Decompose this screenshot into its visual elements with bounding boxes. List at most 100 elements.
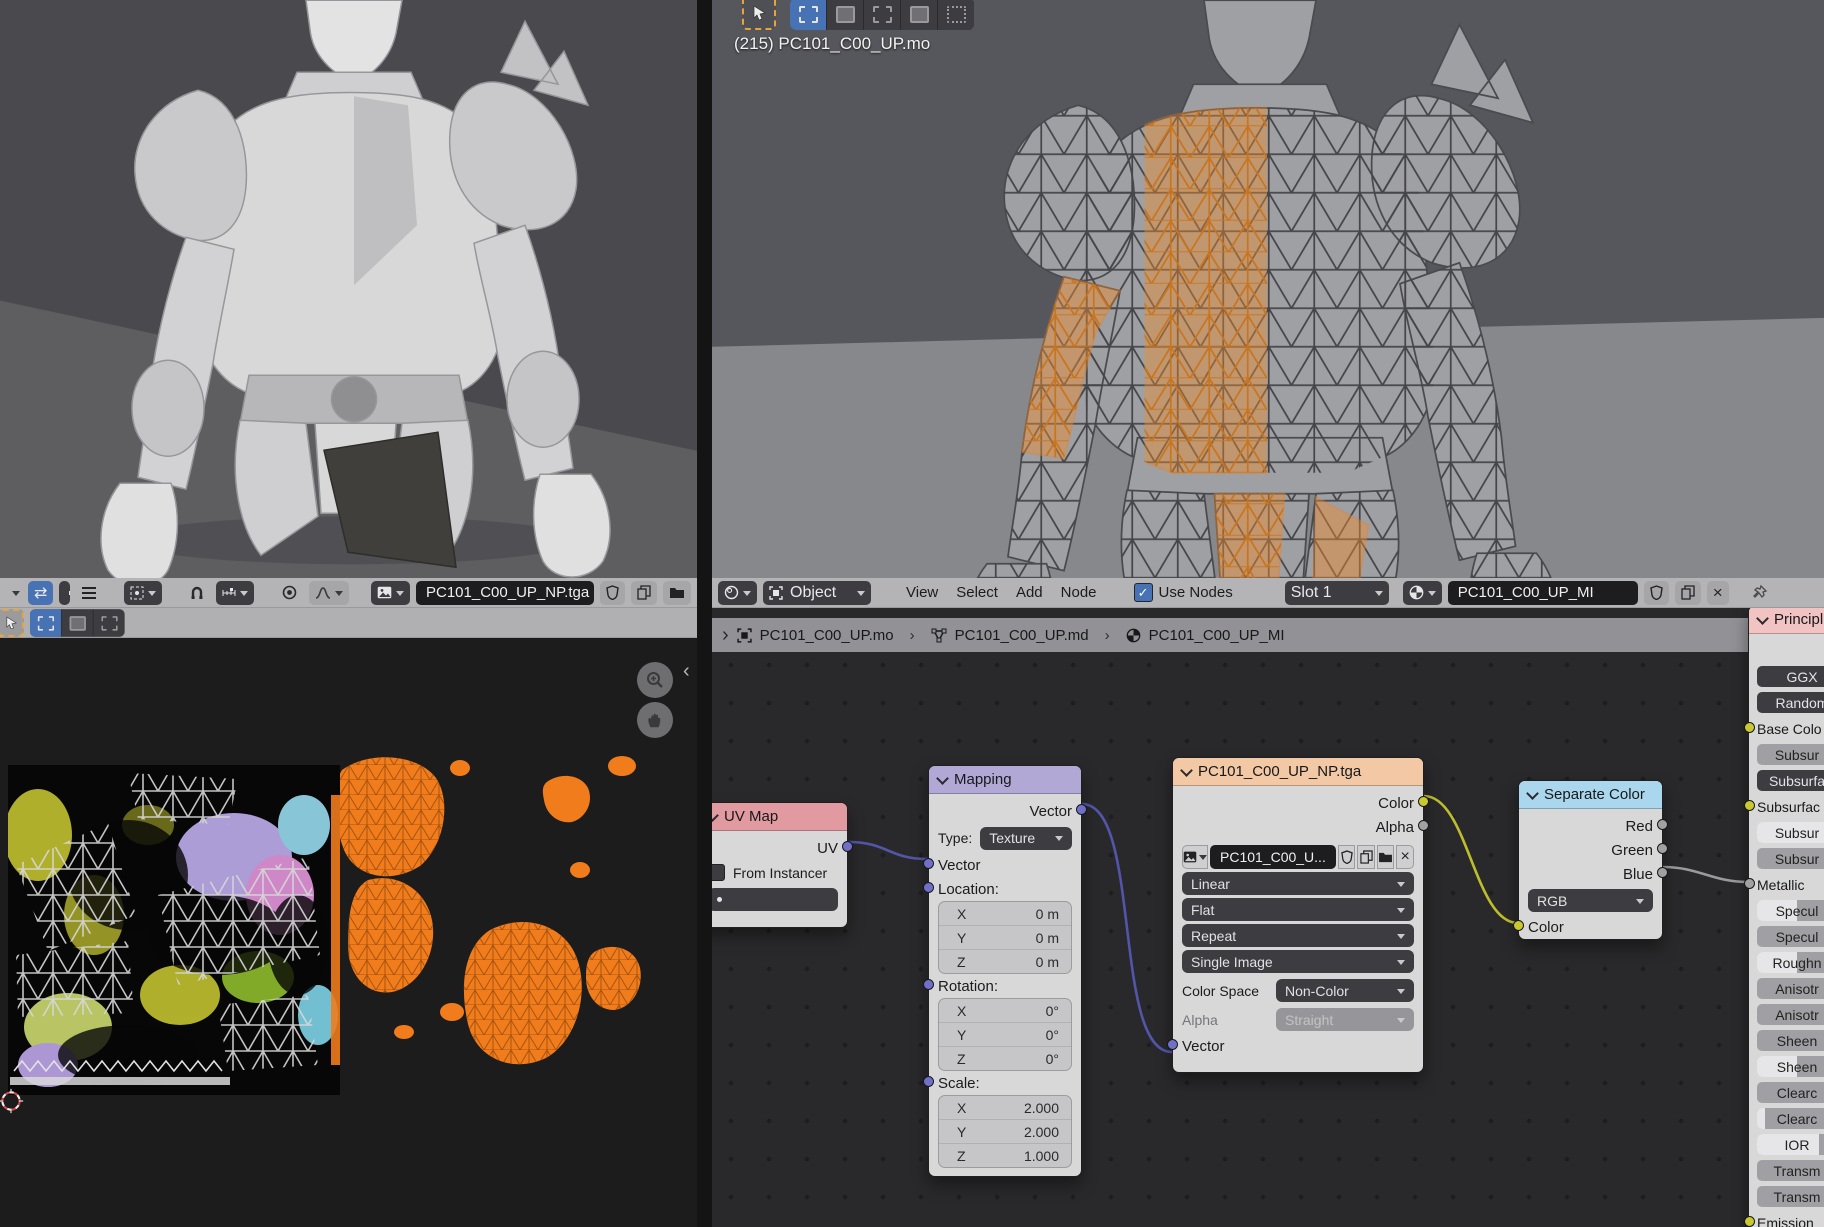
value-field[interactable]: Z1.000 — [939, 1143, 1071, 1167]
vector-input-socket[interactable] — [923, 882, 934, 893]
node-mapping[interactable]: Mapping Vector Type: Texture — [928, 765, 1082, 1177]
principled-row-random-1[interactable]: Random — [1757, 692, 1824, 713]
snap-target-dropdown[interactable] — [216, 581, 254, 605]
menu-select[interactable]: Select — [947, 584, 1007, 601]
header-menu-button[interactable] — [76, 581, 102, 605]
shader-type-dropdown[interactable]: Object — [763, 581, 871, 605]
vector-output-socket[interactable] — [1076, 804, 1087, 815]
value-field[interactable]: X2.000 — [939, 1096, 1071, 1119]
input-socket[interactable] — [1744, 722, 1755, 733]
input-socket[interactable] — [1744, 800, 1755, 811]
alpha-output-socket[interactable] — [1418, 820, 1429, 831]
node-canvas[interactable]: › PC101_C00_UP.mo › PC101_C00_UP.md › — [712, 608, 1824, 1227]
principled-row-subsurfa-4[interactable]: Subsurfa — [1757, 770, 1824, 791]
zoom-gizmo-button[interactable] — [637, 662, 673, 698]
color-space-dropdown[interactable]: Non-Color — [1276, 979, 1414, 1002]
principled-row-subsur-7[interactable]: Subsur — [1757, 848, 1824, 869]
edit-viewport[interactable]: (215) PC101_C00_UP.mo ‹ › — [712, 0, 1824, 578]
new-material-button[interactable] — [1675, 581, 1701, 605]
color-input-socket[interactable] — [1513, 920, 1524, 931]
editor-divider[interactable] — [697, 0, 712, 1227]
image-browse-dropdown[interactable] — [1182, 845, 1208, 869]
value-field[interactable]: Y0 m — [939, 925, 1071, 949]
value-field[interactable]: Y0° — [939, 1022, 1071, 1046]
collapse-icon[interactable] — [1180, 764, 1193, 777]
principled-row-roughn-11[interactable]: Roughn — [1757, 952, 1824, 973]
image-name-field[interactable]: PC101_C00_U... — [1210, 845, 1336, 869]
node-header[interactable]: PC101_C00_UP_NP.tga — [1173, 758, 1423, 786]
open-image-button[interactable] — [663, 581, 691, 605]
from-instancer-checkbox[interactable] — [712, 864, 725, 881]
value-field[interactable]: Y2.000 — [939, 1119, 1071, 1143]
principled-row-metallic-8[interactable]: Metallic — [1757, 874, 1824, 895]
green-output-socket[interactable] — [1657, 843, 1668, 854]
principled-row-anisotr-12[interactable]: Anisotr — [1757, 978, 1824, 999]
source-dropdown[interactable]: Single Image — [1182, 950, 1414, 973]
vector-input-socket[interactable] — [1167, 1039, 1178, 1050]
select-mode-intersect-button[interactable] — [938, 0, 974, 30]
collapse-icon[interactable] — [936, 772, 949, 785]
principled-row-emission-21[interactable]: Emission — [1757, 1212, 1824, 1227]
mapping-type-dropdown[interactable]: Texture — [980, 827, 1072, 850]
principled-row-transm-19[interactable]: Transm — [1757, 1160, 1824, 1181]
new-image-button[interactable] — [1357, 845, 1375, 869]
node-separate-color[interactable]: Separate Color Red Green Blue R — [1518, 780, 1663, 940]
red-output-socket[interactable] — [1657, 819, 1668, 830]
color-output-socket[interactable] — [1418, 796, 1429, 807]
node-image-texture[interactable]: PC101_C00_UP_NP.tga Color Alpha — [1172, 757, 1424, 1073]
alpha-mode-dropdown[interactable]: Straight — [1276, 1008, 1414, 1031]
node-header[interactable]: Mapping — [929, 766, 1081, 794]
collapse-icon[interactable] — [1756, 612, 1769, 625]
extension-dropdown[interactable]: Repeat — [1182, 924, 1414, 947]
use-nodes-checkbox[interactable]: ✓ — [1134, 583, 1153, 602]
pan-gizmo-button[interactable] — [637, 702, 673, 738]
collapse-left-icon[interactable]: ‹ — [683, 666, 690, 676]
principled-row-anisotr-13[interactable]: Anisotr — [1757, 1004, 1824, 1025]
uv-sync-toggle[interactable]: ⇄ — [28, 581, 53, 605]
projection-dropdown[interactable]: Flat — [1182, 898, 1414, 921]
open-image-button[interactable] — [1377, 845, 1395, 869]
menu-add[interactable]: Add — [1007, 584, 1052, 601]
interpolation-dropdown[interactable]: Linear — [1182, 872, 1414, 895]
mode-dropdown[interactable]: RGB — [1528, 889, 1653, 912]
vector-input-socket[interactable] — [923, 979, 934, 990]
slot-dropdown[interactable]: Slot 1 — [1285, 581, 1389, 605]
vector-input-socket[interactable] — [923, 1076, 934, 1087]
image-browse-dropdown[interactable] — [371, 581, 410, 605]
principled-row-subsurfac-5[interactable]: Subsurfac — [1757, 796, 1824, 817]
blue-output-socket[interactable] — [1657, 867, 1668, 878]
tweak-tool-button[interactable] — [0, 609, 24, 637]
unlink-material-button[interactable]: × — [1707, 581, 1729, 605]
value-field[interactable]: Z0 m — [939, 949, 1071, 973]
principled-row-specul-9[interactable]: Specul — [1757, 900, 1824, 921]
unlink-image-button[interactable]: × — [1396, 845, 1414, 869]
principled-row-clearc-17[interactable]: Clearc — [1757, 1108, 1824, 1129]
input-socket[interactable] — [1744, 878, 1755, 889]
editor-type-dropdown[interactable] — [718, 581, 757, 605]
node-header[interactable]: UV Map — [712, 803, 847, 831]
principled-row-subsur-3[interactable]: Subsur — [1757, 744, 1824, 765]
select-mode-subtract-button[interactable] — [864, 0, 901, 30]
collapse-icon[interactable] — [712, 809, 719, 822]
select-mode-extend-button[interactable] — [62, 609, 94, 637]
snap-toggle-button[interactable] — [184, 581, 210, 605]
principled-row-transm-20[interactable]: Transm — [1757, 1186, 1824, 1207]
pin-icon[interactable] — [1751, 584, 1768, 601]
node-header[interactable]: Principl — [1749, 608, 1824, 634]
menu-node[interactable]: Node — [1052, 584, 1106, 601]
select-mode-invert-button[interactable] — [901, 0, 938, 30]
principled-row-ggx-0[interactable]: GGX — [1757, 666, 1824, 687]
principled-row-specul-10[interactable]: Specul — [1757, 926, 1824, 947]
principled-row-sheen-14[interactable]: Sheen — [1757, 1030, 1824, 1051]
principled-row-base-colo-2[interactable]: Base Colo — [1757, 718, 1824, 739]
value-field[interactable]: Z0° — [939, 1046, 1071, 1070]
pivot-dropdown[interactable] — [124, 581, 162, 605]
new-image-button[interactable] — [631, 581, 657, 605]
node-header[interactable]: Separate Color — [1519, 781, 1662, 809]
value-field[interactable]: X0 m — [939, 902, 1071, 925]
menu-view[interactable]: View — [897, 584, 947, 601]
fake-user-button[interactable] — [600, 581, 625, 605]
principled-row-clearc-16[interactable]: Clearc — [1757, 1082, 1824, 1103]
node-principled-bsdf[interactable]: Principl GGX Random Base Colo Subsur Subsurf… — [1748, 608, 1824, 1227]
collapse-icon[interactable] — [1526, 787, 1539, 800]
